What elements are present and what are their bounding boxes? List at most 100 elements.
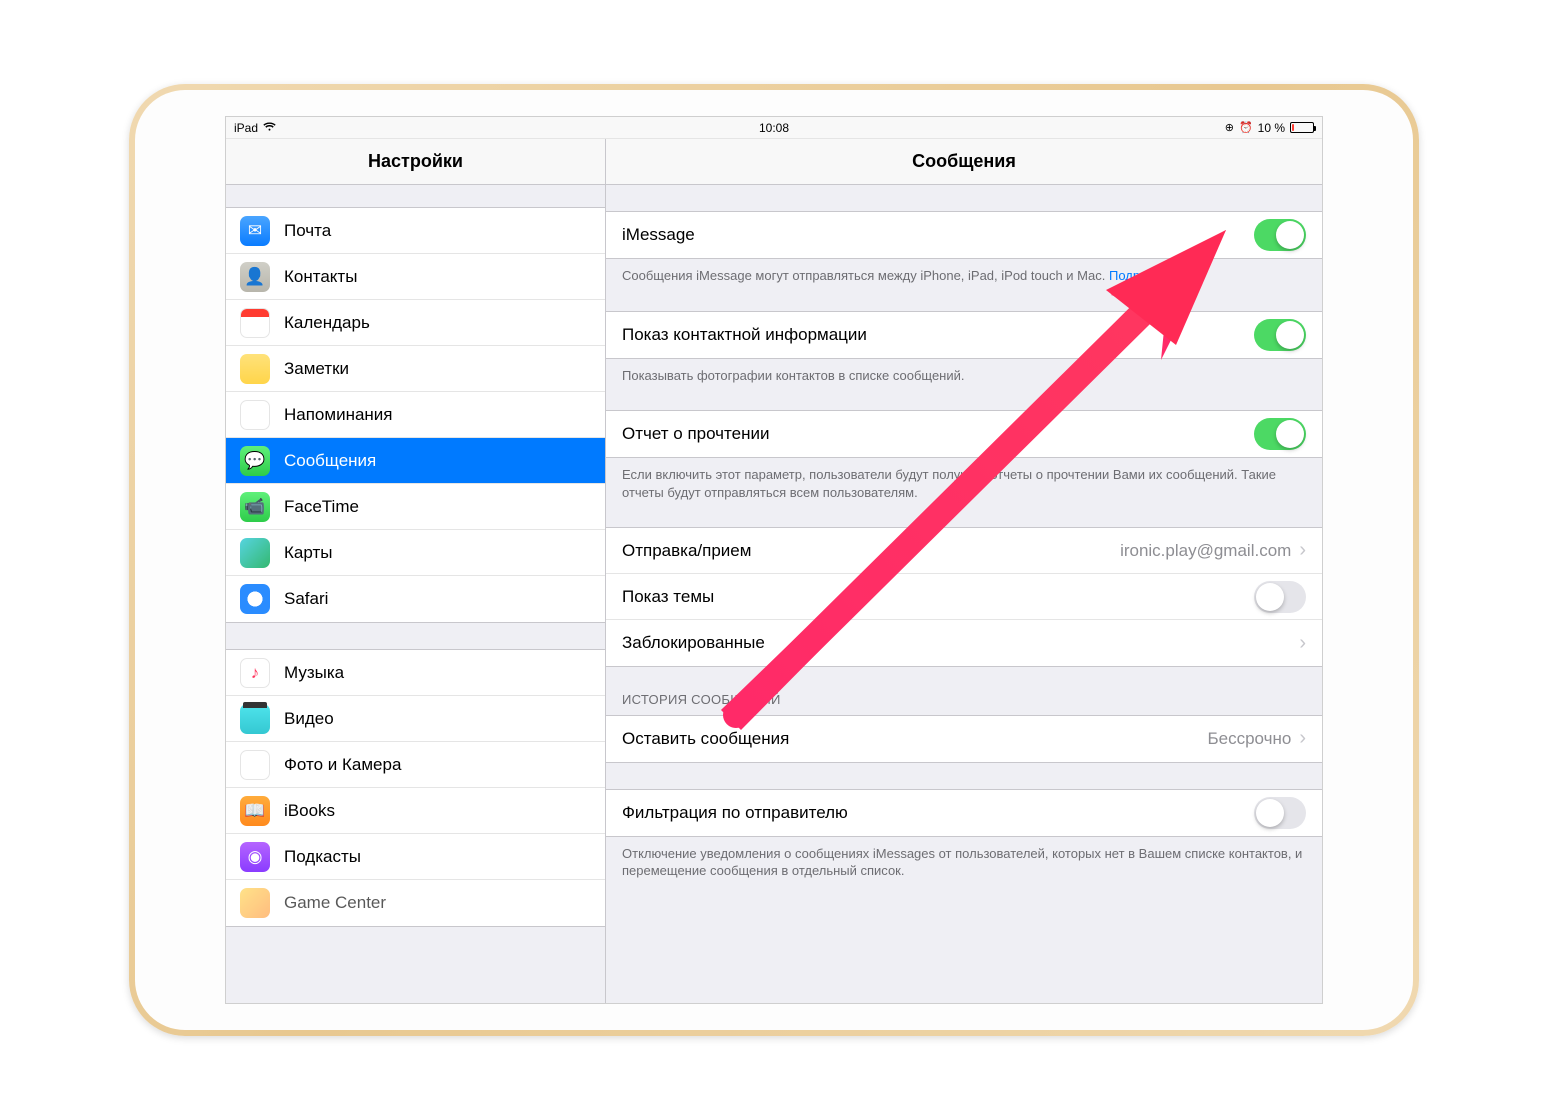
subject-cell: Показ темы	[606, 574, 1322, 620]
sidebar-item-gamecenter[interactable]: Game Center	[226, 880, 605, 926]
imessage-footer: Сообщения iMessage могут отправляться ме…	[606, 259, 1322, 285]
sidebar-item-label: Карты	[284, 543, 332, 563]
sidebar-item-facetime[interactable]: 📹 FaceTime	[226, 484, 605, 530]
contact-info-group: Показ контактной информации	[606, 311, 1322, 359]
podcasts-icon: ◉	[240, 842, 270, 872]
status-bar: iPad 10:08 ⊕ ⏰ 10 %	[226, 117, 1322, 139]
screen: iPad 10:08 ⊕ ⏰ 10 % Настройки Сообщения	[225, 116, 1323, 1004]
battery-percent-text: 10 %	[1258, 121, 1285, 135]
sidebar-item-label: Музыка	[284, 663, 344, 683]
contact-info-cell: Показ контактной информации	[606, 312, 1322, 358]
sidebar-group-1: ✉︎ Почта 👤 Контакты Календарь Заметки Напо…	[226, 207, 605, 623]
filter-cell: Фильтрация по отправителю	[606, 790, 1322, 836]
reminders-icon	[240, 400, 270, 430]
read-receipts-footer: Если включить этот параметр, пользовател…	[606, 458, 1322, 501]
blocked-label: Заблокированные	[622, 633, 1299, 653]
sidebar-item-mail[interactable]: ✉︎ Почта	[226, 208, 605, 254]
imessage-switch[interactable]	[1254, 219, 1306, 251]
sidebar-item-label: Напоминания	[284, 405, 393, 425]
sidebar-item-label: Заметки	[284, 359, 349, 379]
blocked-cell[interactable]: Заблокированные ›	[606, 620, 1322, 666]
sidebar-title: Настройки	[226, 139, 606, 184]
sidebar-item-label: Видео	[284, 709, 334, 729]
sidebar-item-notes[interactable]: Заметки	[226, 346, 605, 392]
navigation-headers: Настройки Сообщения	[226, 139, 1322, 185]
sidebar-item-label: Календарь	[284, 313, 370, 333]
alarm-icon: ⏰	[1239, 121, 1253, 134]
ipad-device-frame: iPad 10:08 ⊕ ⏰ 10 % Настройки Сообщения	[129, 84, 1419, 1036]
sidebar-item-label: Сообщения	[284, 451, 376, 471]
detail-title: Сообщения	[606, 139, 1322, 184]
chevron-right-icon: ›	[1299, 632, 1306, 655]
read-receipts-switch[interactable]	[1254, 418, 1306, 450]
status-time: 10:08	[759, 121, 789, 135]
status-carrier: iPad	[234, 121, 258, 135]
send-receive-value: ironic.play@gmail.com	[1120, 541, 1291, 561]
split-body: ✉︎ Почта 👤 Контакты Календарь Заметки Напо…	[226, 185, 1322, 1003]
contact-info-footer: Показывать фотографии контактов в списке…	[606, 359, 1322, 385]
sidebar-item-safari[interactable]: Safari	[226, 576, 605, 622]
imessage-label: iMessage	[622, 225, 1254, 245]
messages-detail-pane[interactable]: iMessage Сообщения iMessage могут отправ…	[606, 185, 1322, 1003]
sidebar-item-label: Фото и Камера	[284, 755, 401, 775]
messages-icon: 💬	[240, 446, 270, 476]
read-receipts-group: Отчет о прочтении	[606, 410, 1322, 458]
sidebar-group-2: ♪ Музыка Видео ❁ Фото и Камера 📖 iBooks ◉ По…	[226, 649, 605, 927]
sidebar-item-video[interactable]: Видео	[226, 696, 605, 742]
sidebar-item-photos[interactable]: ❁ Фото и Камера	[226, 742, 605, 788]
sidebar-item-label: Контакты	[284, 267, 357, 287]
sidebar-item-ibooks[interactable]: 📖 iBooks	[226, 788, 605, 834]
sidebar-item-podcasts[interactable]: ◉ Подкасты	[226, 834, 605, 880]
sidebar-item-label: Почта	[284, 221, 331, 241]
send-receive-cell[interactable]: Отправка/прием ironic.play@gmail.com ›	[606, 528, 1322, 574]
sidebar-item-reminders[interactable]: Напоминания	[226, 392, 605, 438]
imessage-cell: iMessage	[606, 212, 1322, 258]
read-receipts-label: Отчет о прочтении	[622, 424, 1254, 444]
sidebar-item-label: FaceTime	[284, 497, 359, 517]
maps-icon	[240, 538, 270, 568]
subject-switch[interactable]	[1254, 581, 1306, 613]
notes-icon	[240, 354, 270, 384]
sidebar-item-label: iBooks	[284, 801, 335, 821]
misc-group: Отправка/прием ironic.play@gmail.com › П…	[606, 527, 1322, 667]
history-section-header: ИСТОРИЯ СООБЩЕНИЙ	[606, 667, 1322, 715]
sidebar-item-contacts[interactable]: 👤 Контакты	[226, 254, 605, 300]
sidebar-item-calendar[interactable]: Календарь	[226, 300, 605, 346]
ibooks-icon: 📖	[240, 796, 270, 826]
device-inner-bezel: iPad 10:08 ⊕ ⏰ 10 % Настройки Сообщения	[135, 90, 1413, 1030]
filter-label: Фильтрация по отправителю	[622, 803, 1254, 823]
filter-switch[interactable]	[1254, 797, 1306, 829]
read-receipts-cell: Отчет о прочтении	[606, 411, 1322, 457]
wifi-icon	[263, 121, 276, 135]
sidebar-item-label: Safari	[284, 589, 328, 609]
chevron-right-icon: ›	[1299, 727, 1306, 750]
settings-sidebar[interactable]: ✉︎ Почта 👤 Контакты Календарь Заметки Напо…	[226, 185, 606, 1003]
safari-icon	[240, 584, 270, 614]
contacts-icon: 👤	[240, 262, 270, 292]
keep-messages-label: Оставить сообщения	[622, 729, 1207, 749]
sidebar-item-messages[interactable]: 💬 Сообщения	[226, 438, 605, 484]
sidebar-item-maps[interactable]: Карты	[226, 530, 605, 576]
sidebar-item-label: Подкасты	[284, 847, 361, 867]
subject-label: Показ темы	[622, 587, 1254, 607]
mail-icon: ✉︎	[240, 216, 270, 246]
photos-icon: ❁	[240, 750, 270, 780]
history-group: Оставить сообщения Бессрочно ›	[606, 715, 1322, 763]
contact-info-label: Показ контактной информации	[622, 325, 1254, 345]
keep-messages-cell[interactable]: Оставить сообщения Бессрочно ›	[606, 716, 1322, 762]
filter-group: Фильтрация по отправителю	[606, 789, 1322, 837]
send-receive-label: Отправка/прием	[622, 541, 1120, 561]
sidebar-item-music[interactable]: ♪ Музыка	[226, 650, 605, 696]
music-icon: ♪	[240, 658, 270, 688]
imessage-more-link[interactable]: Подробнее…	[1109, 268, 1189, 283]
keep-messages-value: Бессрочно	[1207, 729, 1291, 749]
filter-footer: Отключение уведомления о сообщениях iMes…	[606, 837, 1322, 880]
video-icon	[240, 704, 270, 734]
orientation-lock-icon: ⊕	[1225, 121, 1234, 134]
chevron-right-icon: ›	[1299, 539, 1306, 562]
imessage-group: iMessage	[606, 211, 1322, 259]
sidebar-item-label: Game Center	[284, 893, 386, 913]
contact-info-switch[interactable]	[1254, 319, 1306, 351]
facetime-icon: 📹	[240, 492, 270, 522]
gamecenter-icon	[240, 888, 270, 918]
